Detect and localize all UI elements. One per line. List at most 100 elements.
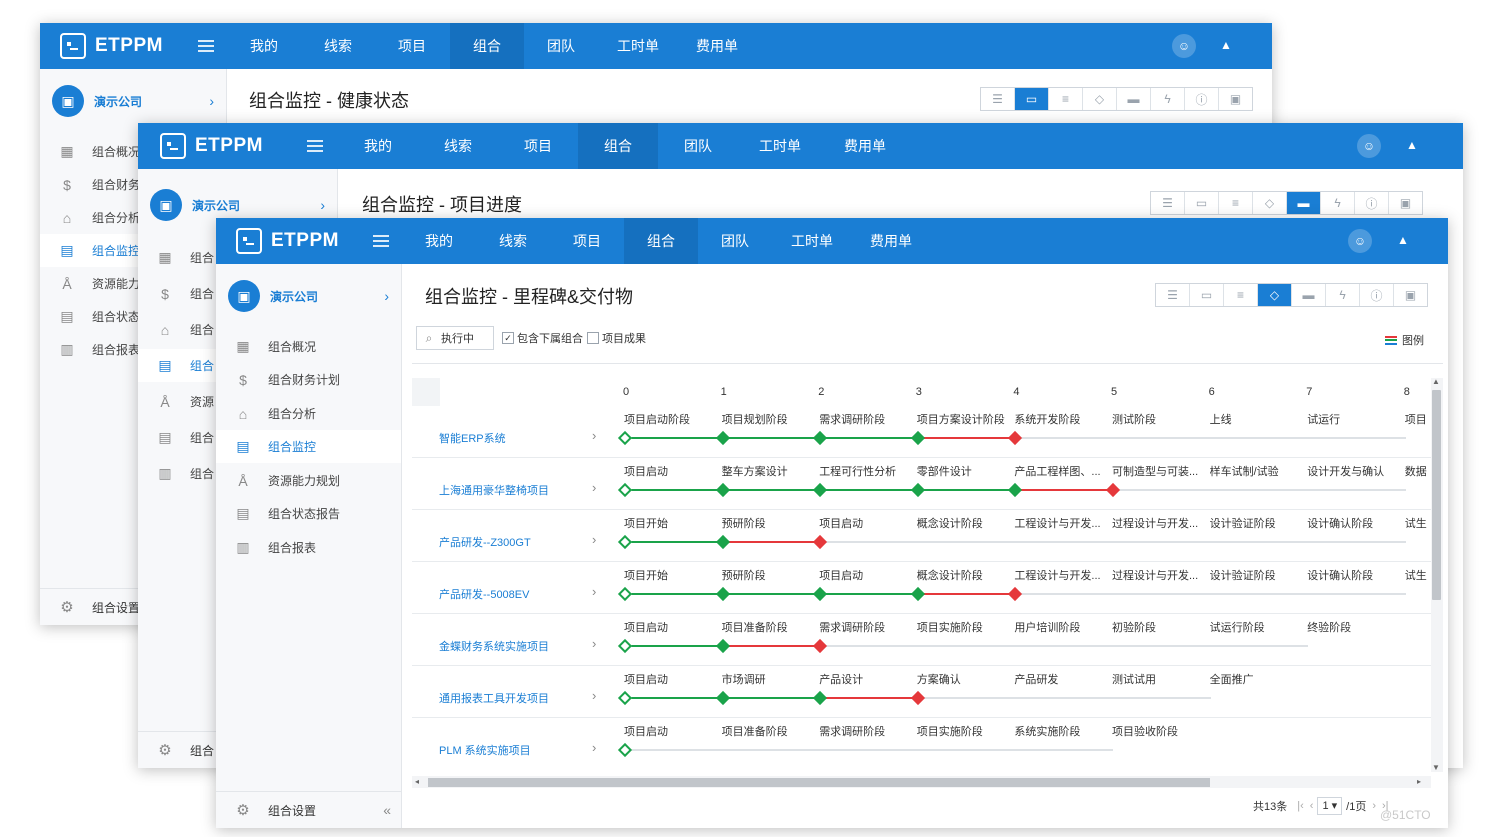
sidebar-item-finance[interactable]: $ 组合财务计划 [216,363,401,396]
horizontal-scroll-thumb[interactable] [428,778,1210,787]
sidebar-item-report[interactable]: ▤ 组合状态报告 [216,497,401,530]
change-view-icon[interactable]: ▣ [1219,88,1252,110]
list-view-icon[interactable]: ☰ [1151,192,1185,214]
milestone-view-icon[interactable]: ◇ [1253,192,1287,214]
issue-view-icon[interactable]: ⓘ [1355,192,1389,214]
chevron-right-icon[interactable]: › [592,636,596,651]
company-selector[interactable]: ▣ 演示公司 › [40,71,226,131]
milestone-view-icon[interactable]: ◇ [1258,284,1292,306]
view-switcher: ☰ ▭ ≡ ◇ ▬ ϟ ⓘ ▣ [1155,283,1428,307]
sidebar-item-monitor[interactable]: ▤ 组合监控 [216,430,401,463]
sidebar-settings[interactable]: ⚙ 组合设置 « [216,791,401,828]
status-filter[interactable]: ⌕ 执行中 [416,326,494,350]
health-view-icon[interactable]: ▭ [1190,284,1224,306]
project-name-link[interactable]: PLM 系统实施项目 [439,742,599,758]
health-view-icon[interactable]: ▭ [1185,192,1219,214]
milestone-connector [820,437,918,439]
collapse-icon[interactable]: « [383,802,391,818]
chevron-right-icon[interactable]: › [592,428,596,443]
nav-expense[interactable]: 费用单 [678,23,756,69]
company-selector[interactable]: ▣ 演示公司 › [216,266,401,326]
project-result-checkbox[interactable]: 项目成果 [587,330,646,346]
nav-leads[interactable]: 线索 [302,23,374,69]
gantt-view-icon[interactable]: ≡ [1224,284,1258,306]
scroll-down-icon[interactable]: ▼ [1432,763,1440,772]
chevron-right-icon[interactable]: › [592,688,596,703]
nav-timesheet[interactable]: 工时单 [772,218,852,264]
nav-portfolio[interactable]: 组合 [624,218,698,264]
nav-timesheet[interactable]: 工时单 [738,123,822,169]
first-page-icon[interactable]: |‹ [1297,800,1304,812]
project-name-link[interactable]: 产品研发--5008EV [439,586,599,602]
milestone-label: 预研阶段 [721,570,766,582]
nav-leads[interactable]: 线索 [418,123,498,169]
progress-view-icon[interactable]: ▬ [1287,192,1321,214]
project-name-link[interactable]: 金蝶财务系统实施项目 [439,638,599,654]
nav-project[interactable]: 项目 [550,218,624,264]
vertical-scroll-thumb[interactable] [1432,390,1441,600]
chevron-right-icon[interactable]: › [592,584,596,599]
chat-icon[interactable]: ☺ [1348,229,1372,253]
sidebar-item-resource[interactable]: Å 资源能力规划 [216,464,401,497]
nav-mine[interactable]: 我的 [338,123,418,169]
list-view-icon[interactable]: ☰ [1156,284,1190,306]
risk-view-icon[interactable]: ϟ [1151,88,1185,110]
scroll-left-icon[interactable]: ◂ [415,777,419,786]
milestone-connector [917,437,1016,439]
prev-page-icon[interactable]: ‹ [1310,800,1314,812]
project-name-link[interactable]: 上海通用豪华整椅项目 [439,482,599,498]
scroll-up-icon[interactable]: ▲ [1432,377,1440,386]
change-view-icon[interactable]: ▣ [1394,284,1427,306]
bell-icon[interactable]: ▲ [1220,38,1232,52]
bell-icon[interactable]: ▲ [1406,138,1418,152]
nav-leads[interactable]: 线索 [476,218,550,264]
risk-view-icon[interactable]: ϟ [1326,284,1360,306]
gantt-view-icon[interactable]: ≡ [1219,192,1253,214]
logo[interactable]: ETPPM [60,23,163,69]
gantt-view-icon[interactable]: ≡ [1049,88,1083,110]
health-view-icon[interactable]: ▭ [1015,88,1049,110]
change-view-icon[interactable]: ▣ [1389,192,1422,214]
chevron-right-icon[interactable]: › [592,740,596,755]
chevron-right-icon[interactable]: › [592,532,596,547]
progress-view-icon[interactable]: ▬ [1292,284,1326,306]
nav-mine[interactable]: 我的 [226,23,302,69]
list-view-icon[interactable]: ☰ [981,88,1015,110]
logo[interactable]: ETPPM [160,123,263,169]
bell-icon[interactable]: ▲ [1397,233,1409,247]
next-page-icon[interactable]: › [1372,800,1376,812]
sidebar-item-overview[interactable]: ▦ 组合概况 [216,330,401,363]
nav-project[interactable]: 项目 [498,123,578,169]
include-sub-checkbox[interactable]: ✓ 包含下属组合 [502,330,583,346]
menu-icon[interactable] [198,23,214,69]
nav-timesheet[interactable]: 工时单 [598,23,678,69]
scroll-right-icon[interactable]: ▸ [1417,777,1421,786]
nav-expense[interactable]: 费用单 [852,218,930,264]
legend-button[interactable]: 图例 [1385,332,1424,348]
menu-icon[interactable] [373,218,389,264]
progress-view-icon[interactable]: ▬ [1117,88,1151,110]
menu-icon[interactable] [307,123,323,169]
nav-mine[interactable]: 我的 [402,218,476,264]
nav-team[interactable]: 团队 [524,23,598,69]
nav-project[interactable]: 项目 [374,23,450,69]
project-name-link[interactable]: 产品研发--Z300GT [439,534,599,550]
project-name-link[interactable]: 智能ERP系统 [439,430,599,446]
project-name-link[interactable]: 通用报表工具开发项目 [439,690,599,706]
logo[interactable]: ETPPM [236,218,339,264]
issue-view-icon[interactable]: ⓘ [1360,284,1394,306]
chat-icon[interactable]: ☺ [1172,34,1196,58]
risk-view-icon[interactable]: ϟ [1321,192,1355,214]
nav-team[interactable]: 团队 [658,123,738,169]
milestone-view-icon[interactable]: ◇ [1083,88,1117,110]
nav-portfolio[interactable]: 组合 [578,123,658,169]
page-select[interactable]: 1 ▾ [1317,797,1343,815]
chat-icon[interactable]: ☺ [1357,134,1381,158]
sidebar-item-statements[interactable]: ▥ 组合报表 [216,531,401,564]
issue-view-icon[interactable]: ⓘ [1185,88,1219,110]
nav-team[interactable]: 团队 [698,218,772,264]
nav-expense[interactable]: 费用单 [822,123,908,169]
nav-portfolio[interactable]: 组合 [450,23,524,69]
chevron-right-icon[interactable]: › [592,480,596,495]
sidebar-item-analysis[interactable]: ⌂ 组合分析 [216,397,401,430]
